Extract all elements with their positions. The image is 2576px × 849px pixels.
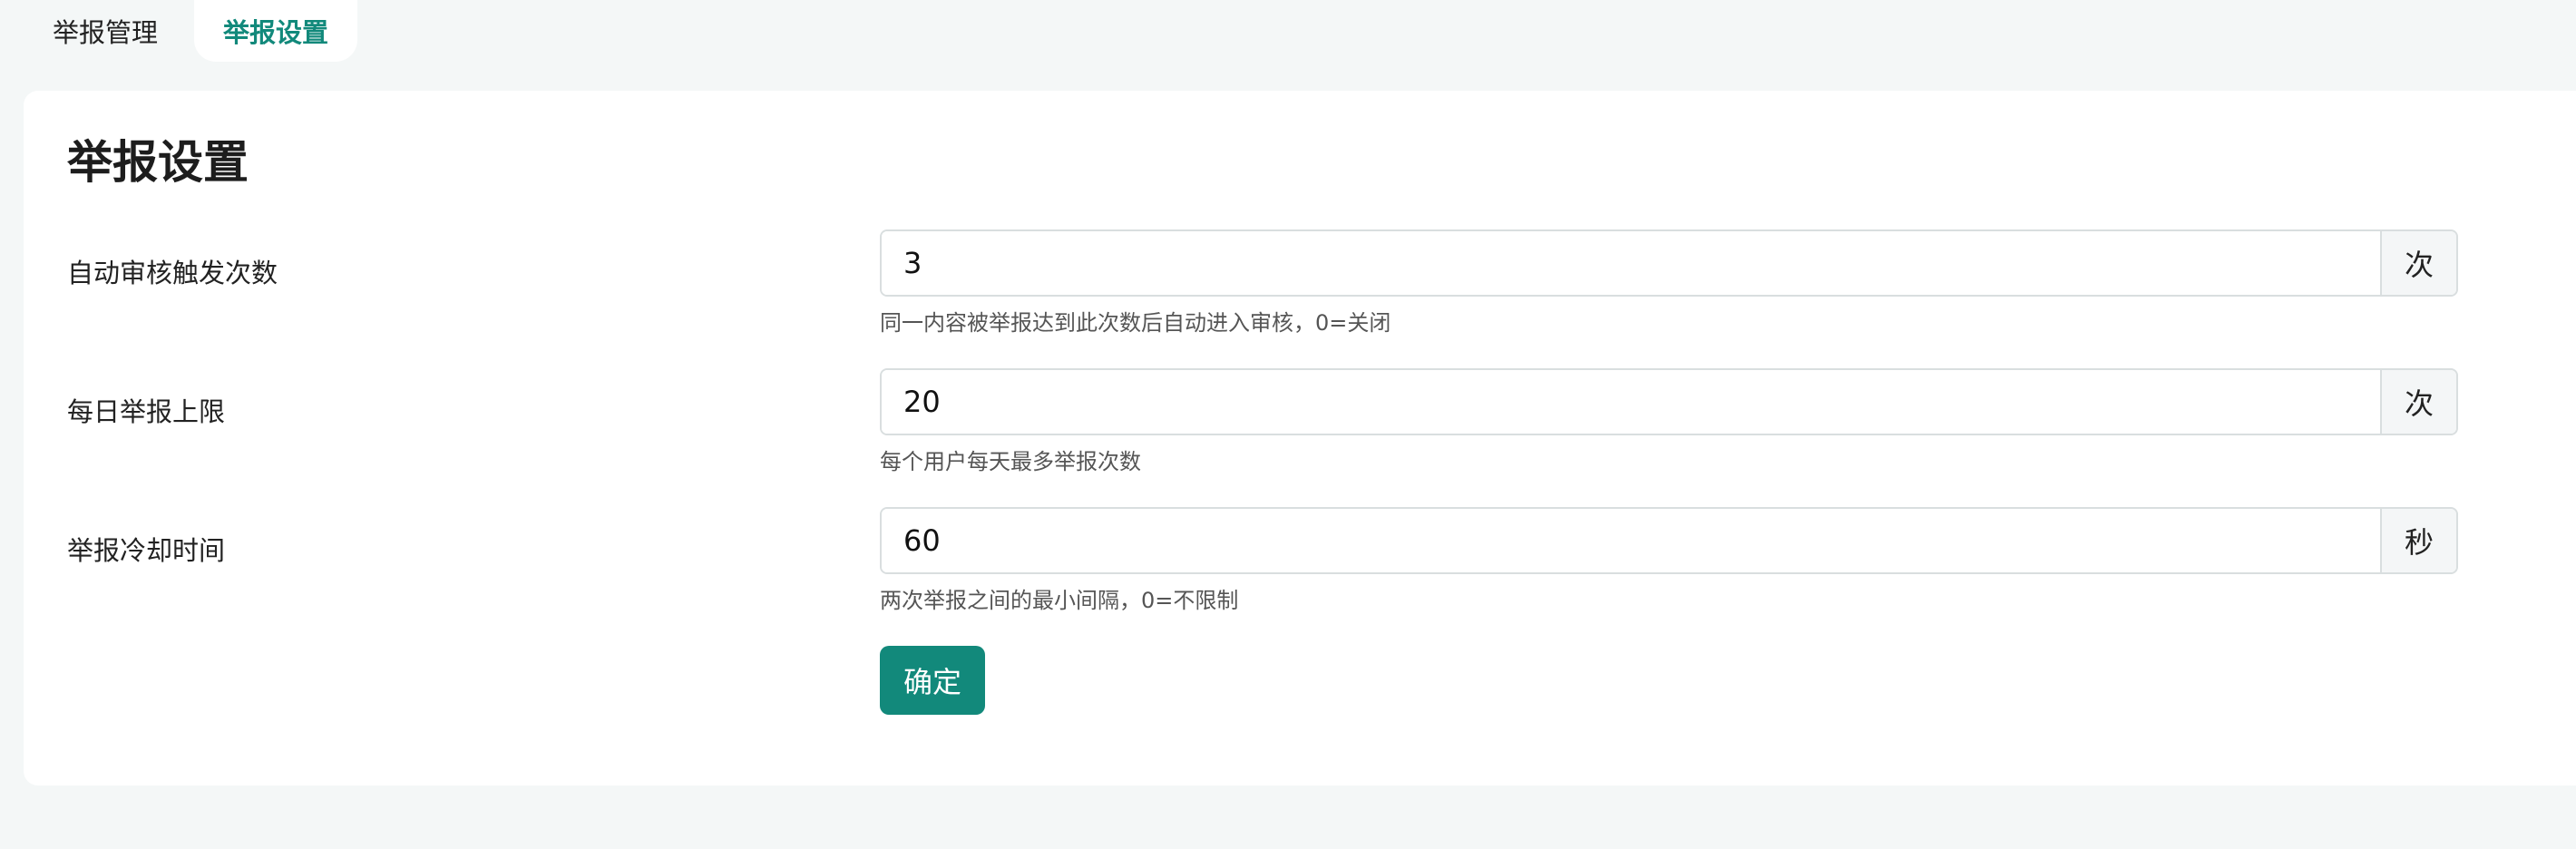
page-title: 举报设置 — [67, 136, 249, 189]
tab-report-management[interactable]: 举报管理 — [24, 0, 187, 62]
tab-report-settings[interactable]: 举报设置 — [194, 0, 358, 62]
input-group: 次 — [880, 368, 2458, 435]
unit-addon: 次 — [2380, 370, 2456, 434]
field-hint: 同一内容被举报达到此次数后自动进入审核，0=关闭 — [880, 310, 1391, 336]
daily-report-limit-input[interactable] — [882, 370, 2380, 434]
settings-card: 举报设置 自动审核触发次数 次 同一内容被举报达到此次数后自动进入审核，0=关闭… — [24, 91, 2576, 786]
field-label: 举报冷却时间 — [67, 535, 226, 566]
confirm-button[interactable]: 确定 — [880, 646, 985, 715]
tab-bar: 举报管理 举报设置 — [24, 0, 358, 63]
input-group: 秒 — [880, 507, 2458, 574]
field-label: 每日举报上限 — [67, 396, 226, 427]
field-hint: 每个用户每天最多举报次数 — [880, 449, 1141, 474]
report-cooldown-input[interactable] — [882, 509, 2380, 572]
field-label: 自动审核触发次数 — [67, 258, 278, 288]
unit-addon: 次 — [2380, 231, 2456, 295]
input-group: 次 — [880, 229, 2458, 297]
unit-addon: 秒 — [2380, 509, 2456, 572]
auto-review-threshold-input[interactable] — [882, 231, 2380, 295]
field-hint: 两次举报之间的最小间隔，0=不限制 — [880, 588, 1239, 613]
